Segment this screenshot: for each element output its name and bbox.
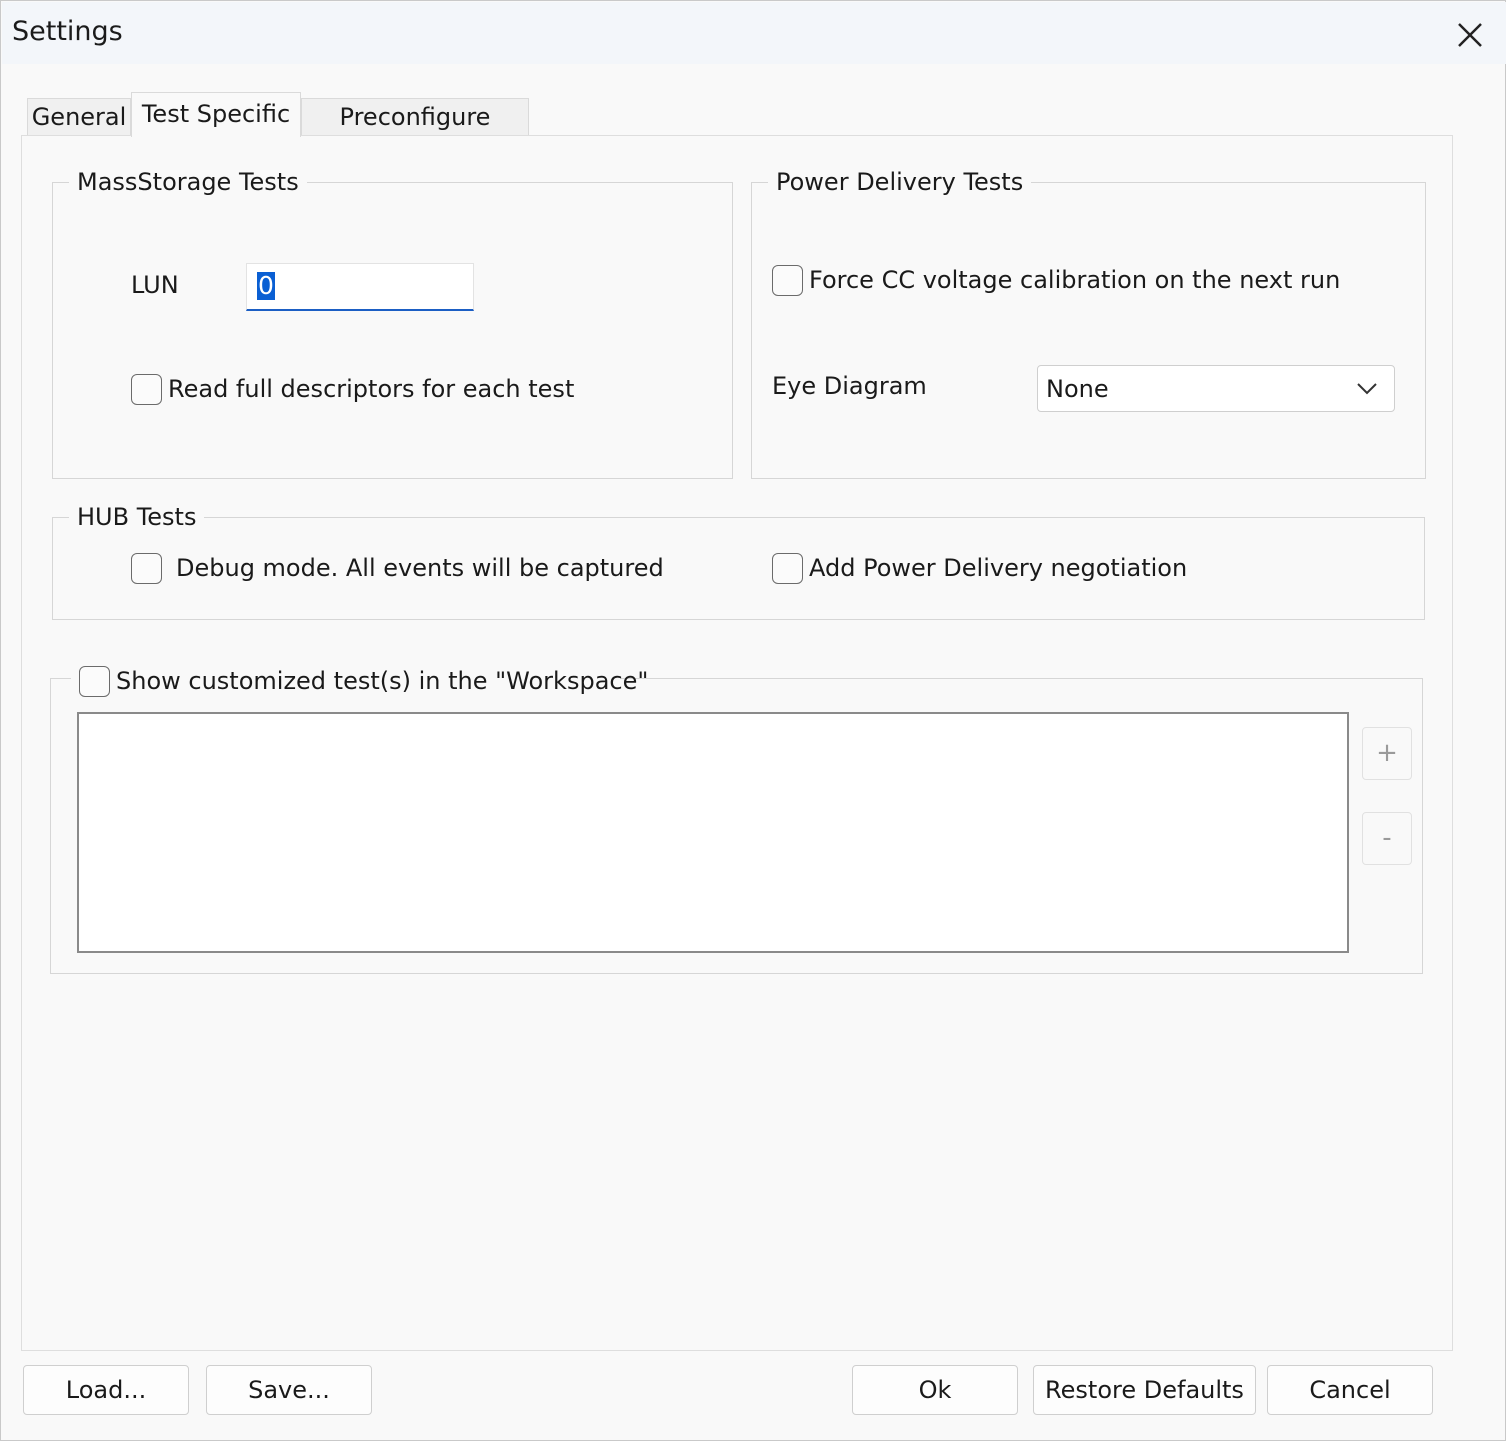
custom-tests-list[interactable]: [77, 712, 1349, 953]
cancel-button-label: Cancel: [1309, 1376, 1391, 1404]
hub-tests-group-title: HUB Tests: [69, 503, 205, 531]
tab-test-specific-label: Test Specific: [141, 100, 291, 128]
lun-input[interactable]: 0: [246, 263, 474, 311]
read-full-descriptors-label: Read full descriptors for each test: [168, 375, 575, 403]
ok-button[interactable]: Ok: [852, 1365, 1018, 1415]
tab-general-label: General: [31, 103, 127, 131]
read-full-descriptors-checkbox[interactable]: [131, 374, 162, 405]
lun-input-value: 0: [257, 271, 275, 300]
add-custom-test-label: +: [1376, 738, 1398, 768]
load-button[interactable]: Load...: [23, 1365, 189, 1415]
load-button-label: Load...: [65, 1376, 147, 1404]
settings-dialog: Settings General Test Specific Preconfig…: [0, 0, 1506, 1441]
debug-mode-checkbox[interactable]: [131, 553, 162, 584]
chevron-down-icon: [1356, 380, 1378, 400]
mass-storage-group-title: MassStorage Tests: [69, 168, 307, 196]
save-button[interactable]: Save...: [206, 1365, 372, 1415]
add-custom-test-button[interactable]: +: [1362, 727, 1412, 780]
power-delivery-group: [751, 182, 1426, 479]
force-cc-calibration-checkbox[interactable]: [772, 265, 803, 296]
power-delivery-group-title: Power Delivery Tests: [768, 168, 1032, 196]
eye-diagram-select[interactable]: None: [1037, 365, 1395, 412]
window-title: Settings: [12, 16, 123, 47]
show-customized-tests-checkbox[interactable]: [79, 666, 110, 697]
add-pd-negotiation-checkbox[interactable]: [772, 553, 803, 584]
title-bar[interactable]: Settings: [2, 2, 1506, 64]
close-icon[interactable]: [1451, 16, 1489, 54]
save-button-label: Save...: [248, 1376, 330, 1404]
tab-general[interactable]: General: [27, 98, 131, 136]
show-customized-tests-label: Show customized test(s) in the "Workspac…: [116, 667, 649, 695]
cancel-button[interactable]: Cancel: [1267, 1365, 1433, 1415]
debug-mode-label: Debug mode. All events will be captured: [176, 554, 664, 582]
remove-custom-test-label: -: [1382, 823, 1392, 853]
restore-defaults-button[interactable]: Restore Defaults: [1033, 1365, 1256, 1415]
eye-diagram-label: Eye Diagram: [772, 372, 927, 400]
eye-diagram-selected-value: None: [1046, 375, 1109, 403]
restore-defaults-button-label: Restore Defaults: [1045, 1376, 1244, 1404]
tab-test-specific[interactable]: Test Specific: [131, 92, 301, 137]
force-cc-calibration-label: Force CC voltage calibration on the next…: [809, 266, 1341, 294]
lun-label: LUN: [131, 271, 179, 299]
mass-storage-group: [52, 182, 733, 479]
ok-button-label: Ok: [918, 1376, 952, 1404]
remove-custom-test-button[interactable]: -: [1362, 812, 1412, 865]
add-pd-negotiation-label: Add Power Delivery negotiation: [809, 554, 1188, 582]
tab-preconfigure-setup[interactable]: Preconfigure Setup: [301, 98, 529, 167]
